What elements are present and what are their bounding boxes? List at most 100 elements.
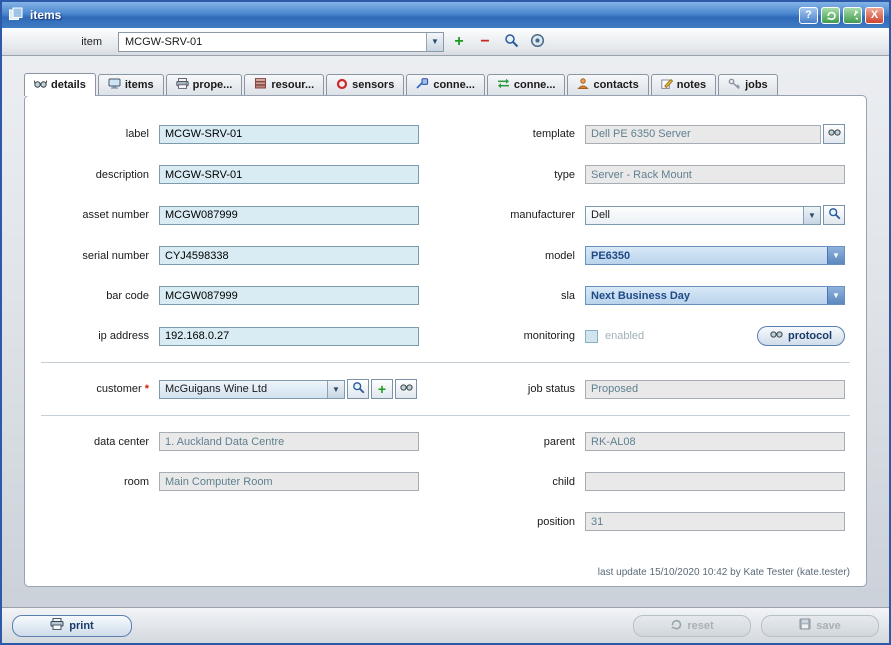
divider xyxy=(41,362,850,363)
sensor-icon xyxy=(336,78,348,93)
close-button[interactable]: X xyxy=(865,7,884,24)
parent-field-label: parent xyxy=(427,436,577,448)
tab-items[interactable]: items xyxy=(98,74,164,95)
sla-combo[interactable]: Next Business Day ▼ xyxy=(585,286,845,305)
tab-label: items xyxy=(125,79,154,91)
model-combo[interactable]: PE6350 ▼ xyxy=(585,246,845,265)
item-selector-label: item xyxy=(10,36,118,48)
bar-code-input[interactable] xyxy=(159,286,419,305)
search-manufacturer-button[interactable] xyxy=(823,205,845,225)
tab-jobs[interactable]: jobs xyxy=(718,74,778,95)
history-button[interactable] xyxy=(526,32,548,52)
tab-contacts[interactable]: contacts xyxy=(567,74,648,95)
tab-connections-1[interactable]: conne... xyxy=(406,74,485,95)
bar-code-field-label: bar code xyxy=(39,290,151,302)
last-update-text: last update 15/10/2020 10:42 by Kate Tes… xyxy=(598,567,850,578)
room-field xyxy=(159,472,419,491)
manufacturer-field-label: manufacturer xyxy=(427,209,577,221)
pencil-note-icon xyxy=(661,78,673,92)
search-icon xyxy=(828,207,841,223)
tab-notes[interactable]: notes xyxy=(651,74,716,95)
print-button[interactable]: print xyxy=(12,615,132,637)
customer-value: McGuigans Wine Ltd xyxy=(160,383,327,395)
eye-glasses-icon xyxy=(770,330,783,342)
data-center-field xyxy=(159,432,419,451)
reset-button-label: reset xyxy=(687,620,713,632)
section-main: label template description type asset nu… xyxy=(39,124,852,346)
job-status-field-label: job status xyxy=(427,383,577,395)
serial-number-input[interactable] xyxy=(159,246,419,265)
chevron-down-icon[interactable]: ▼ xyxy=(803,207,820,224)
template-field xyxy=(585,125,821,144)
monitoring-enabled-checkbox[interactable] xyxy=(585,330,598,343)
tab-label: sensors xyxy=(352,79,394,91)
child-field xyxy=(585,472,845,491)
chevron-down-icon[interactable]: ▼ xyxy=(426,33,443,51)
chevron-down-icon[interactable]: ▼ xyxy=(827,287,844,304)
chevron-down-icon[interactable]: ▼ xyxy=(827,247,844,264)
tab-label: conne... xyxy=(514,79,556,91)
manufacturer-combo[interactable]: Dell ▼ xyxy=(585,206,821,225)
monitoring-enabled-label: enabled xyxy=(605,330,644,342)
reload-button[interactable] xyxy=(843,7,862,24)
reset-button[interactable]: reset xyxy=(633,615,751,637)
ip-address-field-label: ip address xyxy=(39,330,151,342)
tab-label: contacts xyxy=(593,79,638,91)
save-button[interactable]: save xyxy=(761,615,879,637)
tab-label: details xyxy=(51,79,86,91)
ip-address-input[interactable] xyxy=(159,327,419,346)
remove-item-button[interactable]: − xyxy=(474,32,496,52)
tab-label: jobs xyxy=(745,79,768,91)
customer-label-text: customer xyxy=(96,383,141,395)
description-input[interactable] xyxy=(159,165,419,184)
divider xyxy=(41,415,850,416)
person-icon xyxy=(577,78,589,92)
keys-icon xyxy=(728,78,741,92)
view-customer-button[interactable] xyxy=(395,379,417,399)
help-button[interactable]: ? xyxy=(799,7,818,24)
plus-icon: + xyxy=(378,382,386,396)
chevron-down-icon[interactable]: ▼ xyxy=(327,381,344,398)
required-asterisk: * xyxy=(145,383,149,395)
tab-details[interactable]: details xyxy=(24,73,96,96)
refresh-button[interactable] xyxy=(821,7,840,24)
job-status-field xyxy=(585,380,845,399)
tab-sensors[interactable]: sensors xyxy=(326,74,404,95)
customer-combo[interactable]: McGuigans Wine Ltd ▼ xyxy=(159,380,345,399)
type-field-label: type xyxy=(427,169,577,181)
tab-label: notes xyxy=(677,79,706,91)
eye-glasses-icon xyxy=(400,383,413,395)
search-item-button[interactable] xyxy=(500,32,522,52)
asset-number-input[interactable] xyxy=(159,206,419,225)
tab-label: conne... xyxy=(433,79,475,91)
printer-icon xyxy=(176,78,189,92)
data-center-field-label: data center xyxy=(39,436,151,448)
minus-icon: − xyxy=(480,34,489,50)
item-selector-combo[interactable]: MCGW-SRV-01 ▼ xyxy=(118,32,444,52)
monitor-icon xyxy=(108,78,121,92)
asset-number-field-label: asset number xyxy=(39,209,151,221)
tabstrip: details items prope... resour... sensors… xyxy=(24,73,867,95)
transfer-arrows-icon xyxy=(497,78,510,92)
room-field-label: room xyxy=(39,476,151,488)
items-window: items ? X item MCGW-SRV-01 ▼ + − xyxy=(0,0,891,645)
add-customer-button[interactable]: + xyxy=(371,379,393,399)
tab-properties[interactable]: prope... xyxy=(166,74,243,95)
tab-resources[interactable]: resour... xyxy=(244,74,324,95)
printer-icon xyxy=(50,618,64,633)
view-template-button[interactable] xyxy=(823,124,845,144)
connector-icon xyxy=(416,78,429,92)
add-item-button[interactable]: + xyxy=(448,32,470,52)
label-input[interactable] xyxy=(159,125,419,144)
print-button-label: print xyxy=(69,620,93,632)
search-customer-button[interactable] xyxy=(347,379,369,399)
sla-value: Next Business Day xyxy=(586,290,827,302)
section-location: data center parent room child position xyxy=(39,432,852,531)
description-field-label: description xyxy=(39,169,151,181)
search-icon xyxy=(352,381,365,397)
tab-connections-2[interactable]: conne... xyxy=(487,74,566,95)
sla-field-label: sla xyxy=(427,290,577,302)
template-field-label: template xyxy=(427,128,577,140)
protocol-button[interactable]: protocol xyxy=(757,326,845,346)
titlebar: items ? X xyxy=(2,2,889,28)
